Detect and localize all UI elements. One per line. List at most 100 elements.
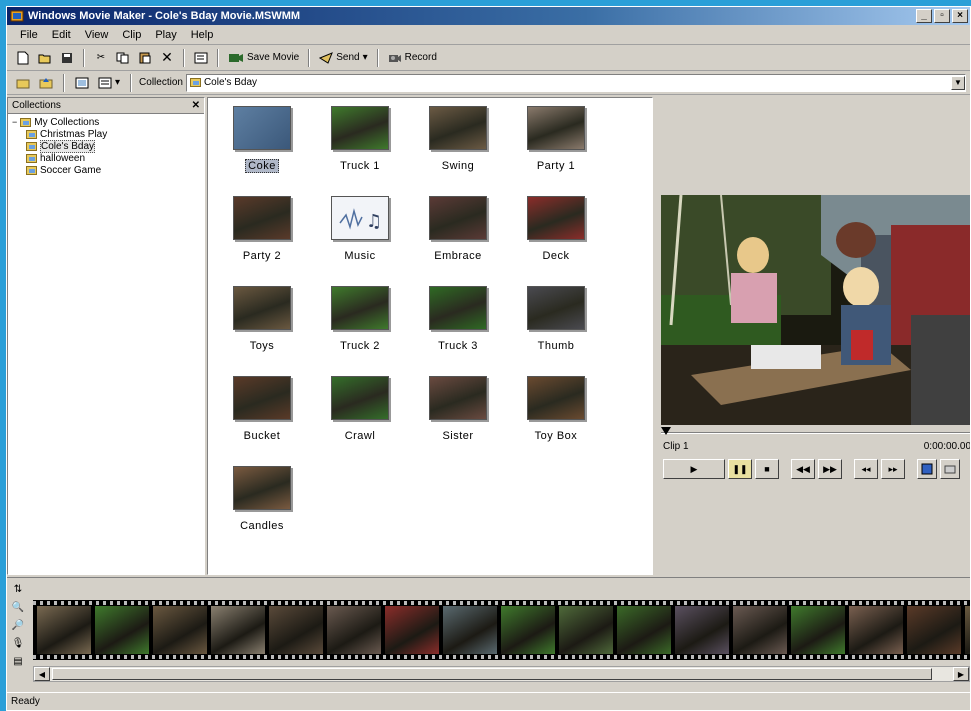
clip-item[interactable]: Crawl: [320, 376, 400, 442]
clip-item[interactable]: Truck 2: [320, 286, 400, 352]
clip-thumbnail: [233, 286, 291, 330]
menu-clip[interactable]: Clip: [115, 29, 148, 41]
tree-item-coles-bday[interactable]: Cole's Bday: [12, 139, 200, 153]
menu-edit[interactable]: Edit: [45, 29, 78, 41]
cut-button[interactable]: ✂: [91, 48, 111, 68]
record-narration-button[interactable]: 🎙: [11, 636, 25, 650]
minimize-button[interactable]: _: [916, 9, 932, 23]
storyboard-frame[interactable]: [733, 606, 787, 654]
clip-item[interactable]: ♫ Music: [320, 196, 400, 262]
collection-select[interactable]: Cole's Bday ▼: [185, 73, 966, 92]
close-pane-icon[interactable]: ✕: [192, 100, 200, 111]
storyboard-frame[interactable]: [617, 606, 671, 654]
menu-file[interactable]: File: [13, 29, 45, 41]
stop-button[interactable]: ■: [755, 459, 779, 479]
forward-button[interactable]: ▶▶: [818, 459, 842, 479]
storyboard-frame[interactable]: [95, 606, 149, 654]
storyboard-frame[interactable]: [791, 606, 845, 654]
record-button[interactable]: Record: [385, 48, 440, 68]
open-project-button[interactable]: [35, 48, 55, 68]
open-folder-icon: [38, 54, 51, 63]
new-project-button[interactable]: [13, 48, 33, 68]
clip-item[interactable]: Toy Box: [516, 376, 596, 442]
scroll-left-icon[interactable]: ◀: [34, 667, 50, 681]
clip-item[interactable]: Sister: [418, 376, 498, 442]
clip-item[interactable]: Party 1: [516, 106, 596, 172]
clip-item[interactable]: Thumb: [516, 286, 596, 352]
expand-minus-icon[interactable]: −: [12, 117, 17, 127]
storyboard-frame[interactable]: [559, 606, 613, 654]
clip-item[interactable]: Bucket: [222, 376, 302, 442]
collections-view-button[interactable]: [13, 73, 33, 93]
seek-thumb[interactable]: [661, 427, 671, 435]
next-frame-button[interactable]: ▸▸: [881, 459, 905, 479]
storyboard-frame[interactable]: [675, 606, 729, 654]
svg-text:♫: ♫: [366, 211, 382, 232]
chevron-down-icon[interactable]: ▼: [951, 75, 965, 90]
zoom-in-button[interactable]: 🔍: [11, 600, 25, 614]
timeline-toggle-button[interactable]: ⇅: [11, 582, 25, 596]
storyboard-frame[interactable]: [501, 606, 555, 654]
paste-button[interactable]: [135, 48, 155, 68]
maximize-button[interactable]: ▫: [934, 9, 950, 23]
tree-item-halloween[interactable]: halloween: [12, 152, 200, 164]
clip-item[interactable]: Swing: [418, 106, 498, 172]
menu-view[interactable]: View: [78, 29, 116, 41]
storyboard-frame[interactable]: [269, 606, 323, 654]
storyboard-frame[interactable]: [153, 606, 207, 654]
storyboard-frame[interactable]: [849, 606, 903, 654]
scroll-right-icon[interactable]: ▶: [953, 667, 969, 681]
set-audio-levels-button[interactable]: ▤: [11, 654, 25, 668]
views-button[interactable]: ▾: [95, 73, 123, 93]
cut-icon: ✂: [96, 52, 106, 63]
zoom-out-button[interactable]: 🔎: [11, 618, 25, 632]
storyboard-frame[interactable]: [37, 606, 91, 654]
seek-bar[interactable]: [661, 427, 970, 437]
clip-item[interactable]: Truck 3: [418, 286, 498, 352]
pause-button[interactable]: ❚❚: [728, 459, 752, 479]
storyboard-frame[interactable]: [443, 606, 497, 654]
previous-frame-button[interactable]: ◂◂: [854, 459, 878, 479]
camera-icon: [944, 465, 956, 474]
tree-item-my-collections[interactable]: − My Collections: [12, 116, 200, 128]
clip-thumbnail: [331, 286, 389, 330]
clip-item[interactable]: Deck: [516, 196, 596, 262]
status-text: Ready: [11, 696, 40, 707]
tree-item-soccer-game[interactable]: Soccer Game: [12, 164, 200, 176]
delete-button[interactable]: ✕: [157, 48, 177, 68]
previous-frame-icon: ◂◂: [861, 463, 871, 474]
properties-button[interactable]: [191, 48, 211, 68]
play-button[interactable]: ▶: [663, 459, 725, 479]
full-screen-button[interactable]: [917, 459, 937, 479]
clip-label: Toys: [249, 340, 275, 352]
clip-item[interactable]: Candles: [222, 466, 302, 532]
storyboard-frame[interactable]: [385, 606, 439, 654]
movie-maker-window: Windows Movie Maker - Cole's Bday Movie.…: [6, 6, 971, 711]
views-dropdown-icon: ▾: [115, 77, 121, 88]
clip-item[interactable]: Embrace: [418, 196, 498, 262]
clip-item[interactable]: Coke: [222, 106, 302, 173]
storyboard-scrollbar[interactable]: ◀ ▶: [33, 666, 970, 682]
storyboard-filmstrip: [33, 600, 970, 660]
storyboard-frame[interactable]: [211, 606, 265, 654]
menu-help[interactable]: Help: [184, 29, 221, 41]
new-collection-button[interactable]: [72, 73, 92, 93]
clip-item[interactable]: Party 2: [222, 196, 302, 262]
save-movie-icon: [229, 53, 243, 62]
menu-play[interactable]: Play: [148, 29, 183, 41]
tree-item-christmas-play[interactable]: Christmas Play: [12, 128, 200, 140]
save-project-button[interactable]: [57, 48, 77, 68]
scrollbar-thumb[interactable]: [52, 668, 932, 680]
up-one-level-button[interactable]: [36, 73, 56, 93]
storyboard-frame[interactable]: [965, 606, 970, 654]
save-movie-button[interactable]: Save Movie: [225, 48, 302, 68]
clip-item[interactable]: Toys: [222, 286, 302, 352]
take-picture-button[interactable]: [940, 459, 960, 479]
send-button[interactable]: Send ▾: [316, 48, 370, 68]
copy-button[interactable]: [113, 48, 133, 68]
storyboard-frame[interactable]: [327, 606, 381, 654]
close-button[interactable]: ×: [952, 9, 968, 23]
clip-item[interactable]: Truck 1: [320, 106, 400, 172]
storyboard-frame[interactable]: [907, 606, 961, 654]
back-button[interactable]: ◀◀: [791, 459, 815, 479]
